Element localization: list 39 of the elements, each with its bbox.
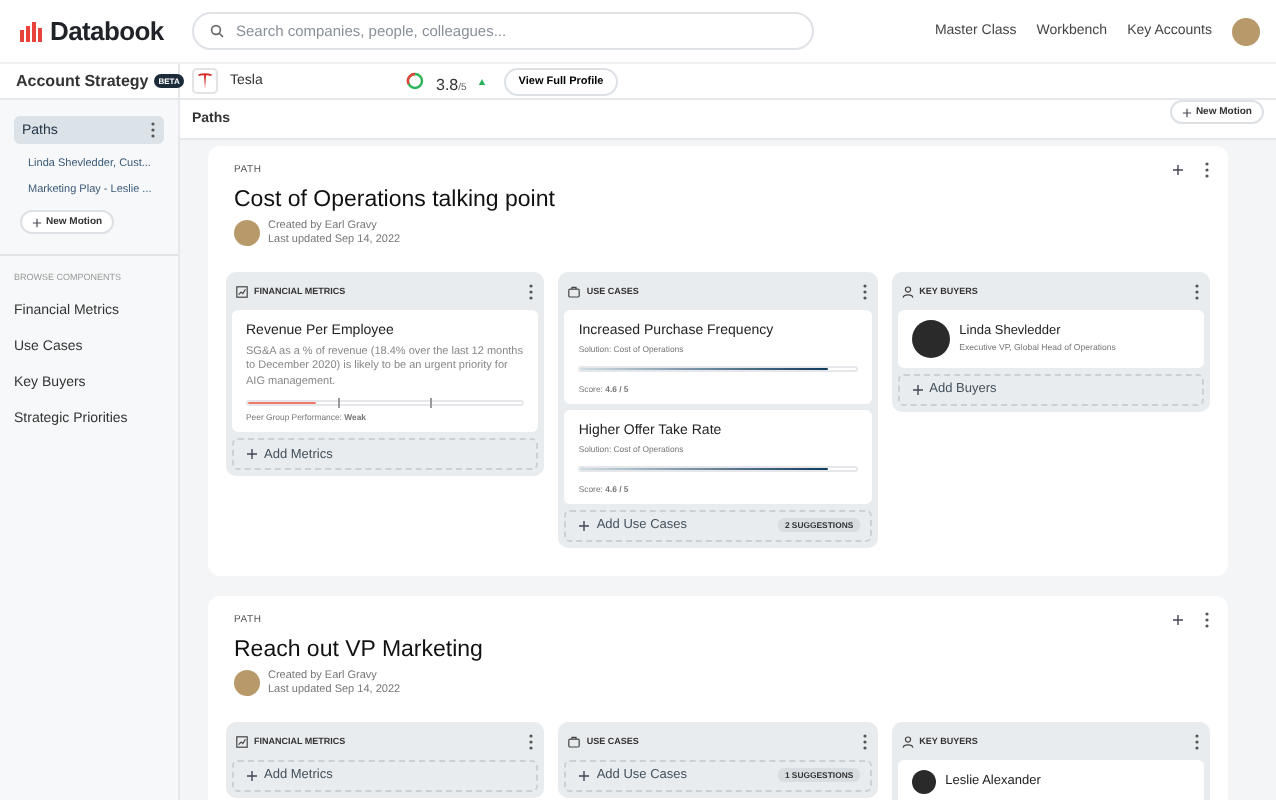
search-icon <box>210 24 224 38</box>
chart-icon <box>236 285 248 298</box>
trend-up-icon <box>478 77 487 85</box>
more-icon[interactable] <box>528 283 535 300</box>
avatar <box>911 319 950 358</box>
user-avatar[interactable] <box>1232 17 1260 45</box>
person-icon <box>901 735 914 747</box>
plus-icon <box>578 769 591 781</box>
path-title: Cost of Operations talking point <box>234 188 557 212</box>
more-icon[interactable] <box>1204 611 1210 628</box>
company-score: 3.8 <box>436 75 459 93</box>
brand-name: Databook <box>50 16 164 46</box>
briefcase-icon <box>568 735 581 747</box>
more-icon[interactable] <box>528 733 535 749</box>
plus-icon <box>246 448 258 461</box>
briefcase-icon <box>568 285 581 298</box>
plus-icon <box>911 383 924 396</box>
score-ring-icon <box>406 72 424 90</box>
plus-icon <box>246 769 258 781</box>
more-icon[interactable] <box>150 122 156 138</box>
path-title: Reach out VP Marketing <box>234 637 485 662</box>
creator-avatar <box>234 220 260 247</box>
more-icon[interactable] <box>1193 283 1200 300</box>
more-icon[interactable] <box>1204 162 1210 178</box>
chart-icon <box>236 735 248 747</box>
add-icon <box>1172 164 1184 176</box>
add-icon <box>1172 613 1184 626</box>
section-title: Account Strategy <box>16 72 149 90</box>
avatar <box>911 769 936 793</box>
plus-icon <box>1181 107 1192 117</box>
logo-icon <box>20 21 44 41</box>
creator-avatar <box>234 670 260 697</box>
more-icon[interactable] <box>861 733 868 749</box>
plus-icon <box>578 519 591 532</box>
logo-icon <box>192 68 218 94</box>
person-icon <box>901 285 914 298</box>
more-icon[interactable] <box>861 283 868 300</box>
more-icon[interactable] <box>1193 733 1200 749</box>
plus-icon <box>32 217 42 227</box>
